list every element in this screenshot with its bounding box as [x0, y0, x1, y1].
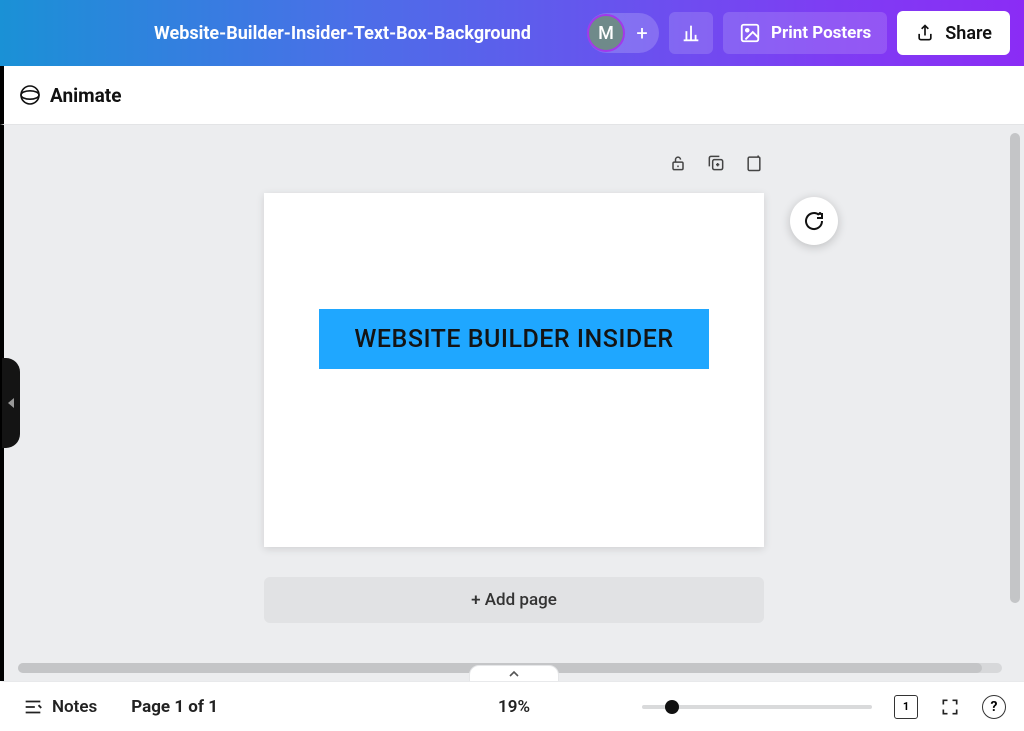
context-toolbar: Animate [0, 66, 1024, 124]
animate-icon [18, 83, 42, 107]
bottom-bar: Notes Page 1 of 1 19% 1 ? [0, 681, 1024, 731]
image-icon [739, 22, 761, 44]
design-canvas[interactable]: WEBSITE BUILDER INSIDER [264, 193, 764, 547]
grid-view-button[interactable]: 1 [894, 695, 918, 719]
vertical-scrollbar[interactable] [1010, 133, 1020, 655]
add-page-button[interactable]: + Add page [264, 577, 764, 623]
analytics-button[interactable] [669, 12, 713, 54]
expand-sidebar-handle[interactable] [2, 358, 20, 448]
app-header: Website-Builder-Insider-Text-Box-Backgro… [0, 0, 1024, 66]
lock-icon[interactable] [668, 153, 688, 173]
share-button[interactable]: Share [897, 11, 1010, 55]
help-button[interactable]: ? [982, 695, 1006, 719]
refresh-plus-icon [802, 209, 826, 233]
collaborators-group: M + [587, 13, 659, 53]
page-indicator[interactable]: Page 1 of 1 [131, 697, 218, 717]
new-page-icon[interactable] [744, 153, 764, 173]
zoom-level[interactable]: 19% [498, 697, 530, 717]
comment-fab[interactable] [790, 197, 838, 245]
text-box[interactable]: WEBSITE BUILDER INSIDER [319, 309, 709, 369]
chevron-up-icon [508, 669, 520, 679]
upload-icon [915, 23, 935, 43]
notes-button[interactable]: Notes [22, 696, 97, 718]
animate-button[interactable]: Animate [18, 83, 121, 107]
print-posters-button[interactable]: Print Posters [723, 12, 887, 54]
duplicate-icon[interactable] [706, 153, 726, 173]
user-avatar[interactable]: M [587, 14, 625, 52]
zoom-slider[interactable] [642, 705, 872, 709]
canvas-toolbar [264, 153, 764, 173]
workspace: WEBSITE BUILDER INSIDER + Add page [0, 124, 1024, 681]
bar-chart-icon [680, 22, 702, 44]
notes-icon [22, 696, 44, 718]
document-title[interactable]: Website-Builder-Insider-Text-Box-Backgro… [154, 23, 531, 44]
fullscreen-icon[interactable] [940, 697, 960, 717]
add-collaborator-button[interactable]: + [631, 21, 653, 45]
